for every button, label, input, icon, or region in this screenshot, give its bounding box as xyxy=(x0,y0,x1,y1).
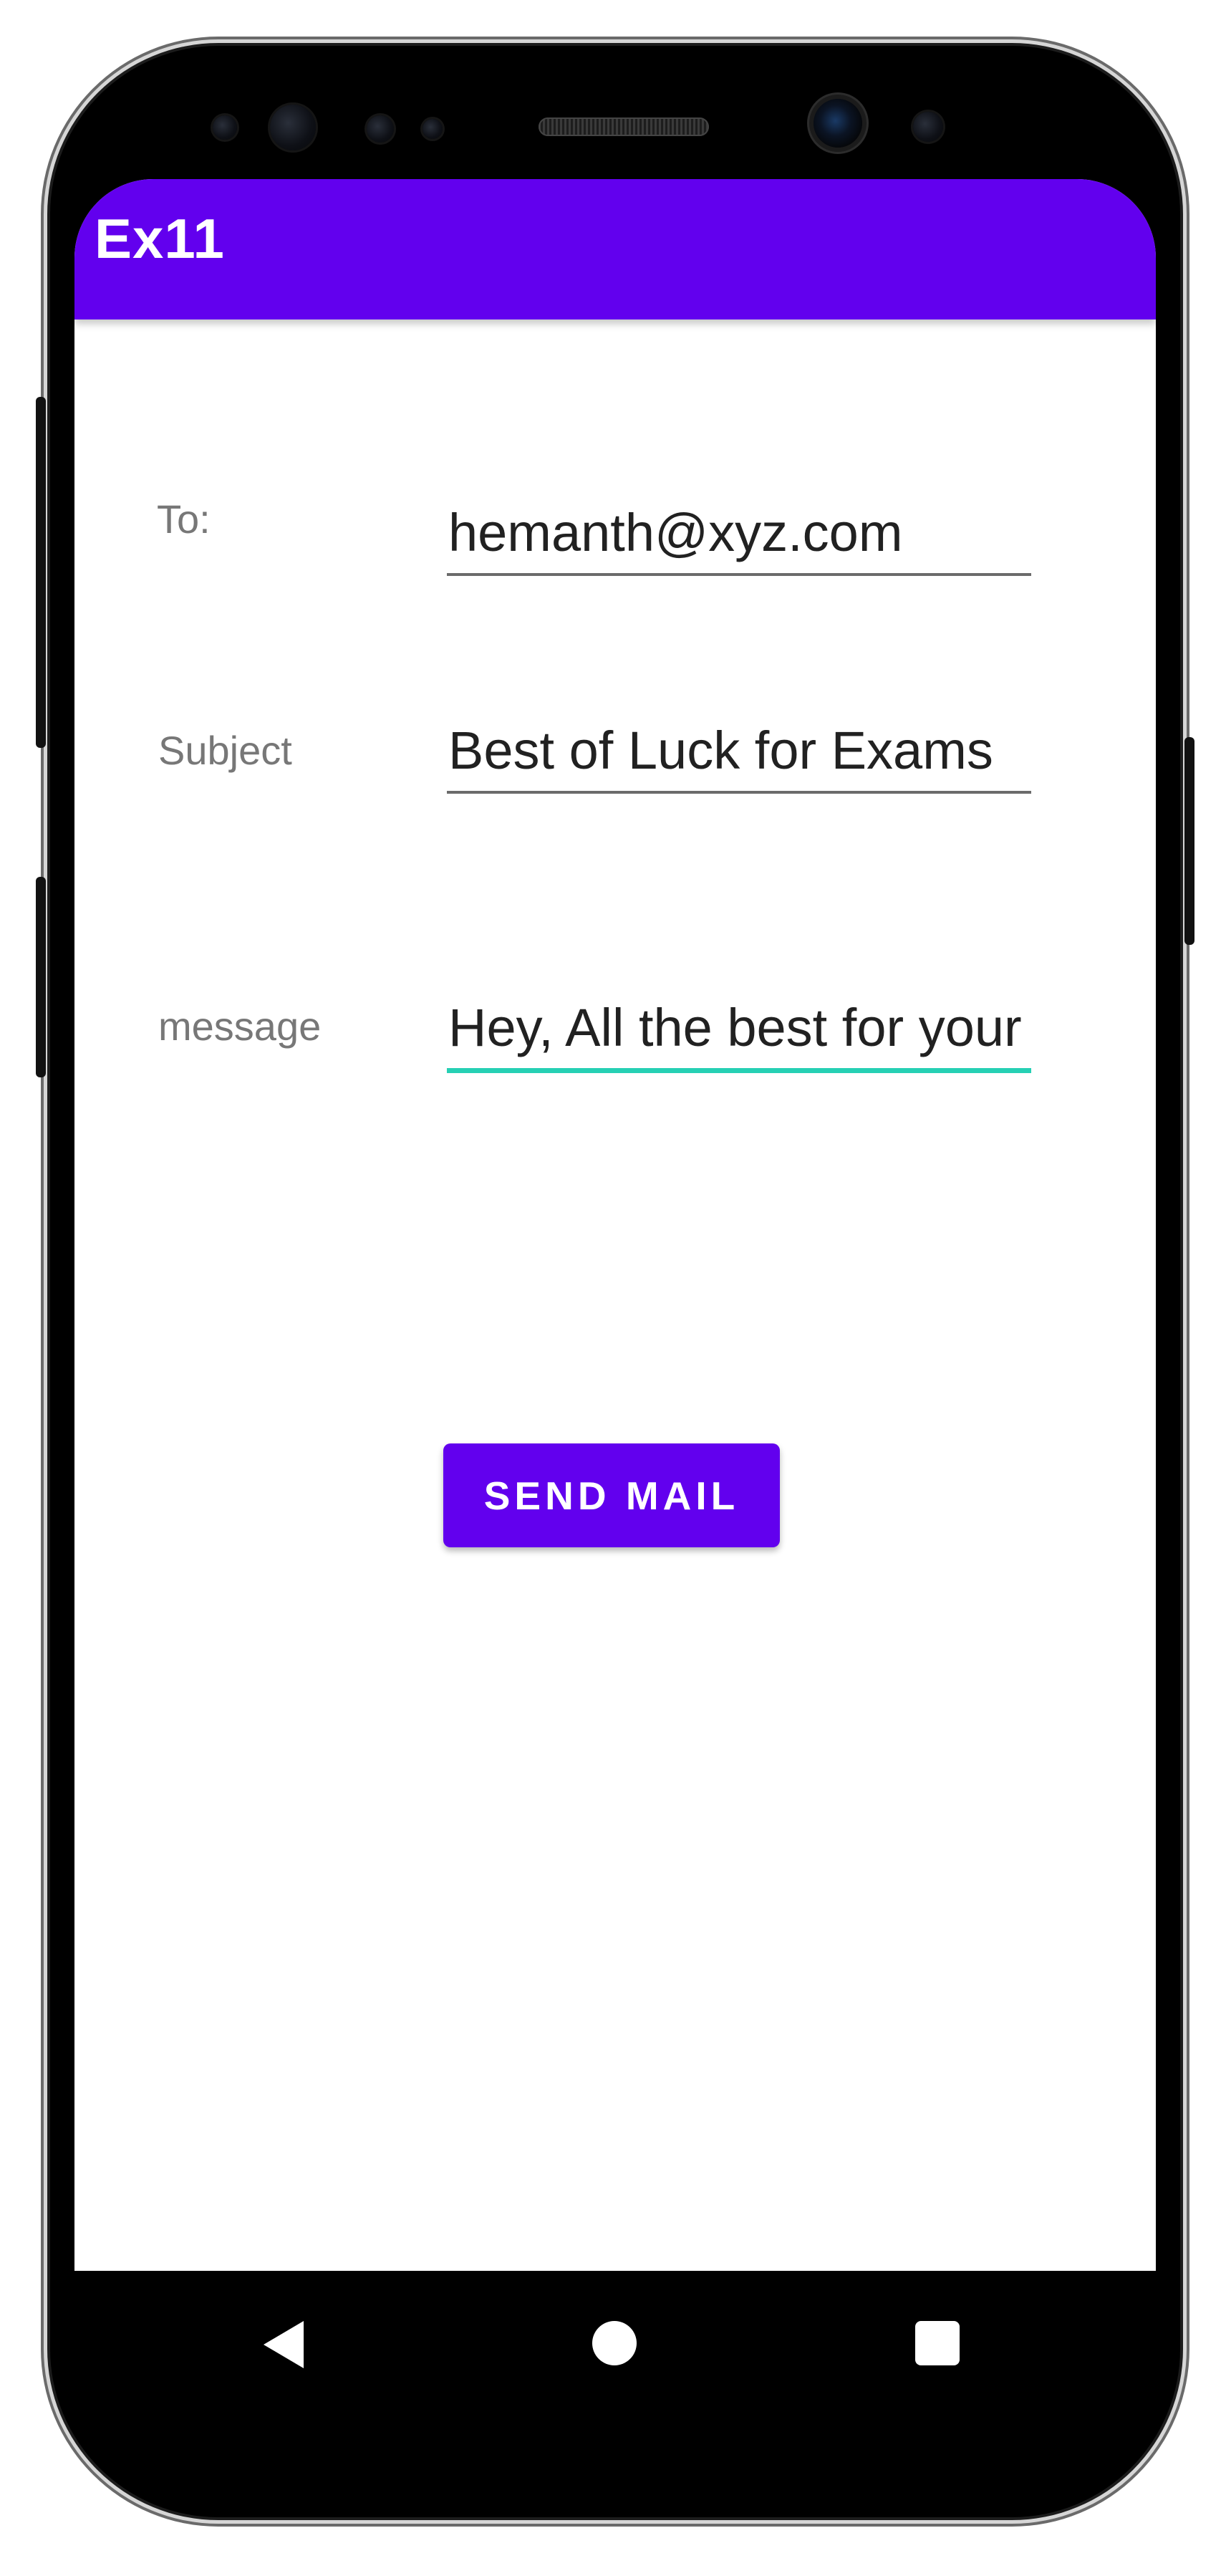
to-label: To: xyxy=(157,496,211,542)
back-icon[interactable] xyxy=(264,2321,304,2368)
camera-flash-icon xyxy=(913,112,943,142)
subject-label: Subject xyxy=(158,728,292,773)
app-screen: Ex11 To: hemanth@xyz.com Subject Best of… xyxy=(74,179,1156,2271)
iris-sensor-icon xyxy=(270,105,316,150)
to-field[interactable]: hemanth@xyz.com xyxy=(447,494,1031,576)
app-title: Ex11 xyxy=(95,207,225,270)
app-bar: Ex11 xyxy=(74,179,1156,319)
subject-value: Best of Luck for Exams xyxy=(448,721,993,780)
home-icon[interactable] xyxy=(592,2321,637,2365)
light-sensor-icon xyxy=(423,119,443,139)
message-field[interactable]: Hey, All the best for your Exams xyxy=(447,989,1031,1073)
sensor-icon xyxy=(213,115,237,140)
volume-up-button xyxy=(36,397,46,748)
send-mail-label: SEND MAIL xyxy=(483,1473,740,1518)
recents-icon[interactable] xyxy=(915,2321,960,2365)
stage: Ex11 To: hemanth@xyz.com Subject Best of… xyxy=(0,0,1226,2576)
bixby-button xyxy=(36,877,46,1077)
send-mail-button[interactable]: SEND MAIL xyxy=(443,1443,780,1547)
to-value: hemanth@xyz.com xyxy=(448,503,903,562)
power-button xyxy=(1184,737,1194,945)
message-value: Hey, All the best for your Exams xyxy=(448,998,1031,1057)
front-camera-icon xyxy=(814,99,862,148)
message-label: message xyxy=(158,1004,322,1049)
earpiece-speaker xyxy=(539,117,709,136)
proximity-sensor-icon xyxy=(367,115,394,143)
navigation-bar xyxy=(74,2271,1156,2414)
subject-field[interactable]: Best of Luck for Exams xyxy=(447,712,1031,794)
